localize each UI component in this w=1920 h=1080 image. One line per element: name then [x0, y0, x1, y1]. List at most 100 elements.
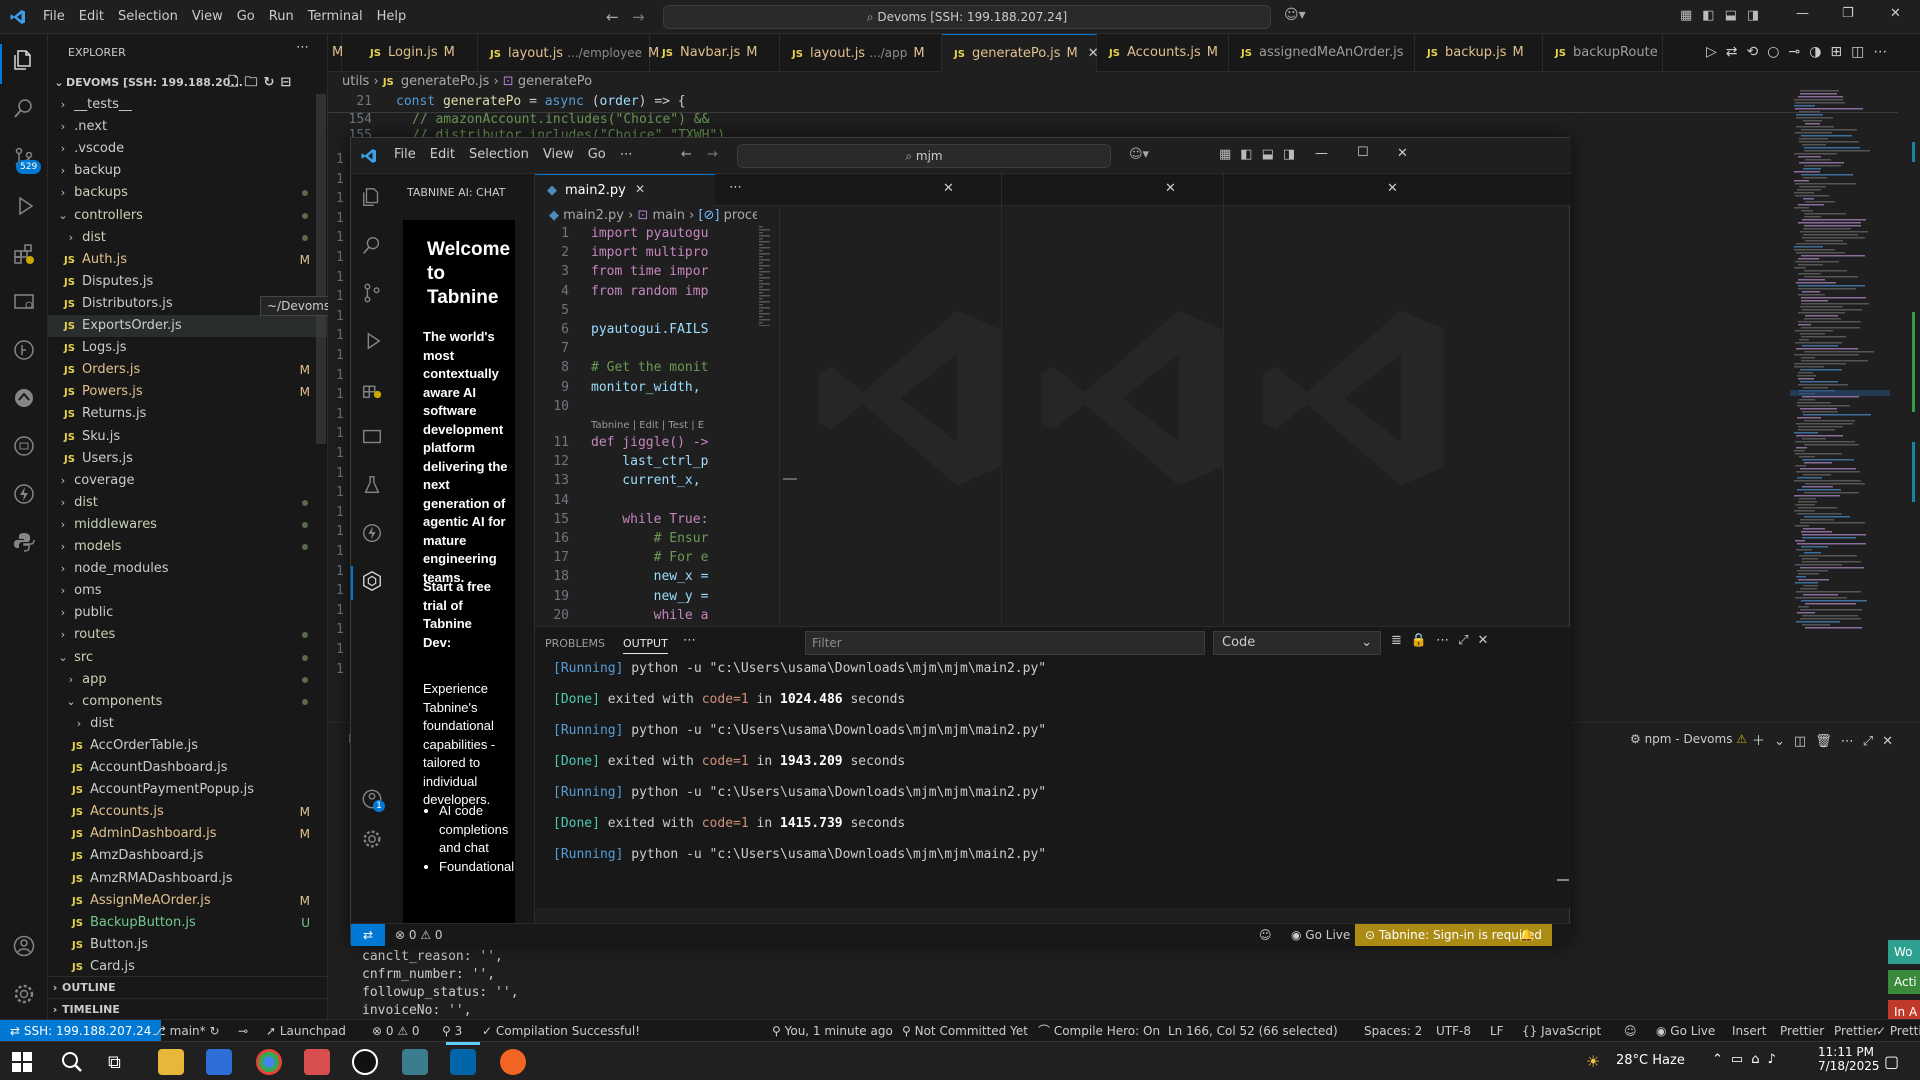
timeline-icon[interactable]: ◑ [1809, 44, 1830, 60]
clock[interactable]: 11:11 PM 7/18/2025 [1818, 1045, 1880, 1073]
timeline-section[interactable]: › TIMELINE [48, 998, 328, 1020]
extensions-icon[interactable] [361, 378, 383, 404]
file-tree-item[interactable]: JS Card.js [48, 956, 328, 978]
output-filter-input[interactable]: Filter [805, 631, 1205, 655]
file-tree-item[interactable]: JS Logs.js [48, 337, 328, 359]
customize-layout-icon[interactable]: ▦ [1219, 147, 1240, 162]
new-terminal-icon[interactable]: ＋ [1752, 734, 1774, 749]
inner-code-editor[interactable]: 1 import pyautogu 2 import multipro 3 from ti… [535, 226, 757, 626]
folder-tree-item[interactable]: › node_modules [48, 558, 328, 580]
tab-output[interactable]: OUTPUT [623, 637, 668, 654]
folder-tree-item[interactable]: › __tests__ [48, 94, 328, 116]
editor-tab[interactable]: JS layout.js .../app M [780, 34, 942, 72]
split-editor-icon[interactable]: ◫ [1851, 44, 1873, 60]
file-tree-item[interactable]: JS Button.js [48, 934, 328, 956]
notifications-bell-icon[interactable]: 🔔 [1519, 924, 1534, 946]
cursor-position[interactable]: Ln 166, Col 52 (66 selected) [1168, 1020, 1338, 1042]
file-tree-item[interactable]: JS AssignMeAOrder.js M [48, 890, 328, 912]
thunder-client-icon[interactable] [12, 482, 36, 506]
inner-menu-view[interactable]: View [536, 138, 581, 172]
output-channel-select[interactable]: Code ⌄ [1213, 631, 1381, 655]
split-terminal-icon[interactable]: ◫ [1794, 734, 1815, 749]
extensions-icon[interactable] [12, 242, 36, 266]
docker-icon[interactable] [12, 434, 36, 458]
remote-status[interactable]: ⇄ SSH: 199.188.207.24 [0, 1020, 162, 1042]
folder-tree-item[interactable]: › dist [48, 227, 328, 249]
forward-arrow-icon[interactable]: → [707, 147, 718, 162]
breadcrumb-symbol[interactable]: proce [724, 208, 757, 223]
insert-mode-status[interactable]: Insert [1732, 1020, 1766, 1042]
branch-status[interactable]: ⎇ main* ↻ [152, 1020, 220, 1042]
more-actions-icon[interactable]: ⋯ [1436, 633, 1458, 648]
inner-go-live[interactable]: ◉ Go Live [1291, 924, 1350, 946]
close-group-icon[interactable]: ✕ [943, 181, 954, 196]
file-tree-item[interactable]: JS Powers.js M [48, 381, 328, 403]
zoom-app-icon[interactable] [304, 1049, 330, 1075]
run-debug-icon[interactable] [361, 330, 383, 356]
folder-tree-item[interactable]: › public [48, 602, 328, 624]
folder-tree-item[interactable]: › app [48, 669, 328, 691]
compile-hero-status[interactable]: ⌒ Compile Hero: On [1038, 1020, 1160, 1042]
file-tree-item[interactable]: JS Disputes.js [48, 271, 328, 293]
tab-problems[interactable]: PROBLEMS [545, 637, 605, 650]
remote-indicator-icon[interactable]: ⇄ [351, 924, 385, 946]
python-icon[interactable] [12, 530, 36, 554]
notification-toast[interactable]: Wo [1888, 940, 1920, 964]
folder-tree-item[interactable]: › .vscode [48, 138, 328, 160]
task-view-icon[interactable]: ⧉ [108, 1052, 121, 1073]
toggle-secondary-sidebar-icon[interactable]: ◨ [1747, 8, 1769, 23]
file-tree-item[interactable]: JS AmzDashboard.js [48, 845, 328, 867]
account-icon[interactable]: 1 [361, 788, 385, 814]
codelens-actions[interactable]: Tabnine | Edit | Test | E [591, 420, 704, 431]
breadcrumb-folder[interactable]: utils [342, 74, 369, 89]
customize-layout-icon[interactable]: ▦ [1680, 8, 1702, 23]
clear-output-icon[interactable]: ≣ [1391, 633, 1411, 648]
file-explorer-icon[interactable] [158, 1049, 184, 1075]
trash-icon[interactable]: 🗑 [1815, 734, 1841, 749]
explorer-root[interactable]: ⌄ DEVOMS [SSH: 199.188.20... 🗋🗀↻⊟ [48, 72, 328, 94]
menu-edit[interactable]: Edit [72, 0, 111, 34]
breadcrumb-file[interactable]: generatePo.js [401, 74, 490, 89]
inner-minimize-button[interactable]: — [1315, 146, 1328, 161]
maximize-panel-icon[interactable]: ⤢ [1863, 734, 1882, 749]
ports-status[interactable]: ⚲ 3 [442, 1020, 462, 1042]
folder-tree-item[interactable]: › oms [48, 580, 328, 602]
microsoft-store-icon[interactable] [206, 1049, 232, 1075]
tab-main2-py[interactable]: ◆ main2.py ✕ [535, 174, 715, 206]
file-tree-item[interactable]: JS AccOrderTable.js [48, 735, 328, 757]
revert-icon[interactable]: ⟲ [1747, 44, 1768, 60]
menu-selection[interactable]: Selection [111, 0, 185, 34]
prettier-status[interactable]: Prettier [1834, 1020, 1878, 1042]
eol-status[interactable]: LF [1490, 1020, 1504, 1042]
editor-tab[interactable]: JS backupRoute [1543, 34, 1663, 72]
settings-gear-icon[interactable] [12, 982, 36, 1006]
folder-tree-item[interactable]: ⌄ src [48, 647, 328, 669]
breadcrumb-symbol[interactable]: generatePo [518, 74, 592, 89]
open-changes-icon[interactable]: ⊞ [1830, 44, 1851, 60]
folder-tree-item[interactable]: › coverage [48, 470, 328, 492]
weather-label[interactable]: 28°C Haze [1616, 1053, 1685, 1068]
git-graph-status-icon[interactable]: ⊸ [238, 1020, 248, 1042]
explorer-icon[interactable] [361, 186, 383, 212]
editor-tab[interactable]: JS generatePo.js M ✕ [942, 34, 1099, 72]
more-actions-icon[interactable]: ⋯ [1873, 44, 1896, 60]
indentation-status[interactable]: Spaces: 2 [1364, 1020, 1422, 1042]
network-icon[interactable]: ⌂ [1751, 1052, 1767, 1067]
terminal-output[interactable]: canclt_reason: '', cnfrm_number: '', follo… [362, 948, 519, 1020]
remote-explorer-icon[interactable] [12, 290, 36, 314]
copilot-icon[interactable]: ☺▾ [1284, 7, 1306, 23]
back-arrow-icon[interactable]: ← [606, 8, 619, 26]
toggle-panel-icon[interactable]: ⬓ [1262, 147, 1283, 162]
postman-icon[interactable] [500, 1049, 526, 1075]
prettier-status[interactable]: ✓ Prettier [1876, 1020, 1920, 1042]
minimap[interactable] [1790, 90, 1890, 630]
file-tree-item[interactable]: JS Orders.js M [48, 359, 328, 381]
launchpad-status[interactable]: ➚ Launchpad [266, 1020, 346, 1042]
tabnine-icon[interactable] [361, 570, 383, 596]
folder-tree-item[interactable]: › dist [48, 492, 328, 514]
vscode-taskbar-icon[interactable] [450, 1049, 476, 1075]
nested-vscode-window[interactable]: File Edit Selection View Go ⋯ ← → ⌕ mjm ☺▾ ▦◧… [350, 137, 1571, 946]
inner-minimap[interactable] [757, 226, 779, 327]
more-actions-icon[interactable]: ⋯ [683, 633, 696, 648]
explorer-icon[interactable] [12, 48, 36, 72]
